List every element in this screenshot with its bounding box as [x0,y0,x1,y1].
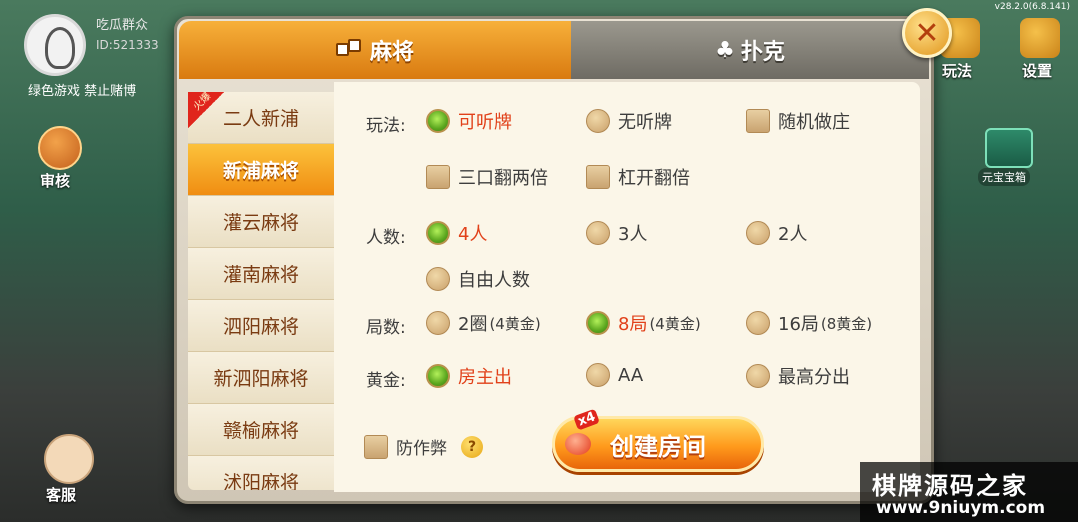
checkbox-icon [426,165,450,189]
service-label: 客服 [46,486,77,504]
option-label: 2人 [778,224,808,245]
radio-icon [586,109,610,133]
game-item-label: 新浦麻将 [222,160,299,182]
watermark: 棋牌源码之家 www.9niuym.com [860,462,1078,522]
rule-option-random-dealer[interactable]: 随机做庄 [746,108,850,134]
radio-icon [746,311,770,335]
option-sub-label: (4黄金) [489,314,541,333]
customer-service-icon[interactable] [44,434,94,484]
player-name: 吃瓜群众 [96,18,149,33]
game-list: 二人新浦 新浦麻将 灌云麻将 灌南麻将 泗阳麻将 新泗阳麻将 赣榆麻将 沭阳麻将 [188,92,334,490]
radio-icon [746,221,770,245]
game-item-label: 灌云麻将 [222,212,299,234]
players-option-free[interactable]: 自由人数 [426,266,530,292]
game-item[interactable]: 沭阳麻将 [188,456,334,490]
settings-icon[interactable] [1020,18,1060,58]
anti-cheat-checkbox[interactable]: 防作弊 ? [364,434,483,459]
option-label: 杠开翻倍 [618,168,690,189]
option-label: 2圈 [458,314,488,335]
settings-label: 设置 [1022,62,1053,80]
game-item[interactable]: 灌云麻将 [188,196,334,248]
radio-selected-icon [426,221,450,245]
players-option-4[interactable]: 4人 [426,220,487,246]
radio-selected-icon [426,109,450,133]
gold-row-label: 黄金: [366,371,406,391]
tab-poker[interactable]: ♣ 扑克 [571,21,929,79]
close-button[interactable]: ✕ [902,8,952,58]
rounds-option-2-circles[interactable]: 2圈 (4黄金) [426,310,541,336]
game-item-label: 新泗阳麻将 [213,368,309,390]
avatar[interactable] [24,14,86,76]
watermark-url: www.9niuym.com [876,498,1046,518]
rule-option-no-ting[interactable]: 无听牌 [586,108,672,134]
anti-cheat-label: 防作弊 [396,439,447,459]
option-label: 房主出 [458,367,512,388]
tab-mahjong-label: 麻将 [369,40,414,65]
option-label: 随机做庄 [778,112,850,133]
game-item[interactable]: 新泗阳麻将 [188,352,334,404]
treasure-chest-icon[interactable] [985,128,1033,168]
checkbox-icon [364,434,388,459]
create-room-label: 创建房间 [610,432,706,461]
rules-label: 玩法 [942,62,973,80]
gold-option-aa[interactable]: AA [586,363,643,387]
gold-option-highest[interactable]: 最高分出 [746,363,850,389]
radio-selected-icon [586,311,610,335]
rule-option-ting[interactable]: 可听牌 [426,108,512,134]
mahjong-tile-icon [335,39,364,61]
radio-icon [746,364,770,388]
players-option-2[interactable]: 2人 [746,220,807,246]
players-row-label: 人数: [366,228,406,248]
option-label: 3人 [618,224,648,245]
gold-option-owner[interactable]: 房主出 [426,363,512,389]
chest-label: 元宝宝箱 [978,168,1030,186]
rule-option-kong-double[interactable]: 杠开翻倍 [586,164,690,190]
radio-selected-icon [426,364,450,388]
watermark-title: 棋牌源码之家 [872,472,1028,500]
game-item-label: 泗阳麻将 [222,316,299,338]
rule-option-three-double[interactable]: 三口翻两倍 [426,164,548,190]
game-item-label: 赣榆麻将 [222,420,299,442]
game-item[interactable]: 泗阳麻将 [188,300,334,352]
option-label: 最高分出 [778,367,850,388]
option-label: 16局 [778,314,819,335]
players-option-3[interactable]: 3人 [586,220,647,246]
option-label: 8局 [618,314,648,335]
player-id: ID:521333 [96,38,159,52]
checkbox-icon [586,165,610,189]
game-item-label: 灌南麻将 [222,264,299,286]
radio-icon [426,311,450,335]
rules-row-label: 玩法: [366,116,406,136]
rounds-option-8[interactable]: 8局 (4黄金) [586,310,701,336]
slogan-text: 绿色游戏 禁止赌博 [28,84,137,99]
game-item-label: 沭阳麻将 [222,472,299,490]
radio-icon [586,221,610,245]
game-item-label: 二人新浦 [222,108,299,130]
version-label: v28.2.0(6.8.141) [994,2,1070,12]
option-sub-label: (4黄金) [649,314,701,333]
option-label: 三口翻两倍 [458,168,548,189]
game-item-selected[interactable]: 新浦麻将 [188,144,334,196]
option-label: 自由人数 [458,270,530,291]
option-label: 可听牌 [458,112,512,133]
help-icon[interactable]: ? [461,435,483,458]
tab-poker-label: 扑克 [740,40,785,65]
game-item[interactable]: 灌南麻将 [188,248,334,300]
option-sub-label: (8黄金) [820,314,873,333]
rounds-row-label: 局数: [366,318,406,338]
radio-icon [426,267,450,291]
tab-mahjong[interactable]: 麻将 [179,21,571,79]
option-label: 4人 [458,224,488,245]
audit-label: 审核 [40,172,71,190]
gem-icon [565,433,591,455]
close-icon: ✕ [914,15,940,51]
audit-icon[interactable] [38,126,82,170]
option-label: 无听牌 [618,112,672,133]
radio-icon [586,363,610,387]
rounds-option-16[interactable]: 16局 (8黄金) [746,310,872,336]
club-icon: ♣ [715,37,735,63]
checkbox-icon [746,109,770,133]
option-label: AA [618,364,644,386]
game-item[interactable]: 赣榆麻将 [188,404,334,456]
